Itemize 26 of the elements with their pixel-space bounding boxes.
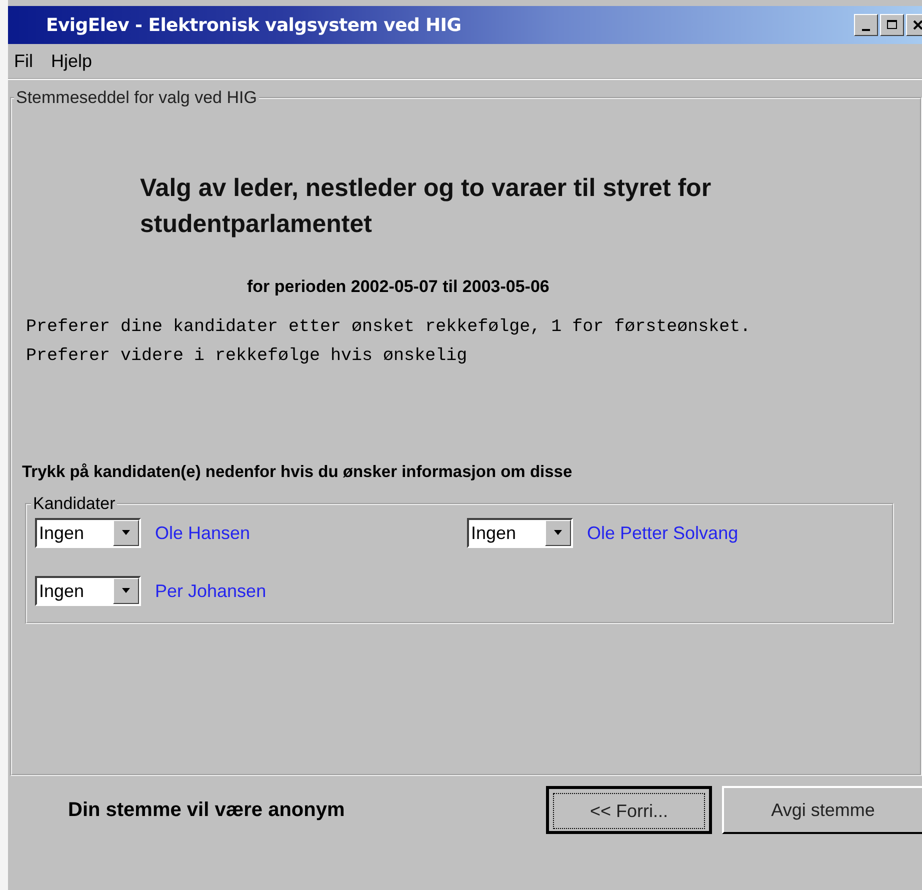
candidate-link[interactable]: Ole Hansen xyxy=(155,522,250,544)
dropdown-arrow-icon xyxy=(121,530,131,536)
group-title: Kandidater xyxy=(32,494,116,514)
rank-dropdown[interactable]: Ingen xyxy=(467,518,573,548)
close-icon xyxy=(912,19,922,31)
rank-dropdown[interactable]: Ingen xyxy=(35,518,141,548)
menu-item[interactable]: Fil xyxy=(14,50,33,72)
menu-item[interactable]: Hjelp xyxy=(51,50,92,72)
candidate-link[interactable]: Per Johansen xyxy=(155,580,266,602)
ballot-heading: Valg av leder, nestleder og to varaer til styret for studentparlamentet xyxy=(140,173,712,240)
minimize-icon xyxy=(862,29,870,31)
dropdown-arrow-icon xyxy=(553,530,563,536)
action-button[interactable]: << Forri... xyxy=(546,786,712,834)
maximize-button[interactable] xyxy=(880,14,904,36)
maximize-icon xyxy=(886,19,898,31)
window-title: EvigElev - Elektronisk valgsystem ved HIG xyxy=(45,14,462,36)
action-button[interactable]: Avgi stemme xyxy=(722,786,922,834)
dropdown-arrow-icon xyxy=(121,588,131,594)
anonymity-note: Din stemme vil være anonym xyxy=(68,798,346,822)
rank-dropdown[interactable]: Ingen xyxy=(35,576,141,606)
minimize-button[interactable] xyxy=(854,14,878,36)
period-text: for perioden 2002-05-07 til 2003-05-06 xyxy=(247,276,550,296)
instructions-text: Preferer dine kandidater etter ønsket rekkefølge, 1 for førsteønsket. Preferer videre i rekkefølge hvis ønskelig xyxy=(26,316,752,368)
info-prompt: Trykk på kandidaten(e) nedenfor hvis du ønsker informasjon om disse xyxy=(22,463,574,482)
panel-title: Stemmeseddel for valg ved HIG xyxy=(15,88,258,108)
candidate-link[interactable]: Ole Petter Solvang xyxy=(587,522,738,544)
